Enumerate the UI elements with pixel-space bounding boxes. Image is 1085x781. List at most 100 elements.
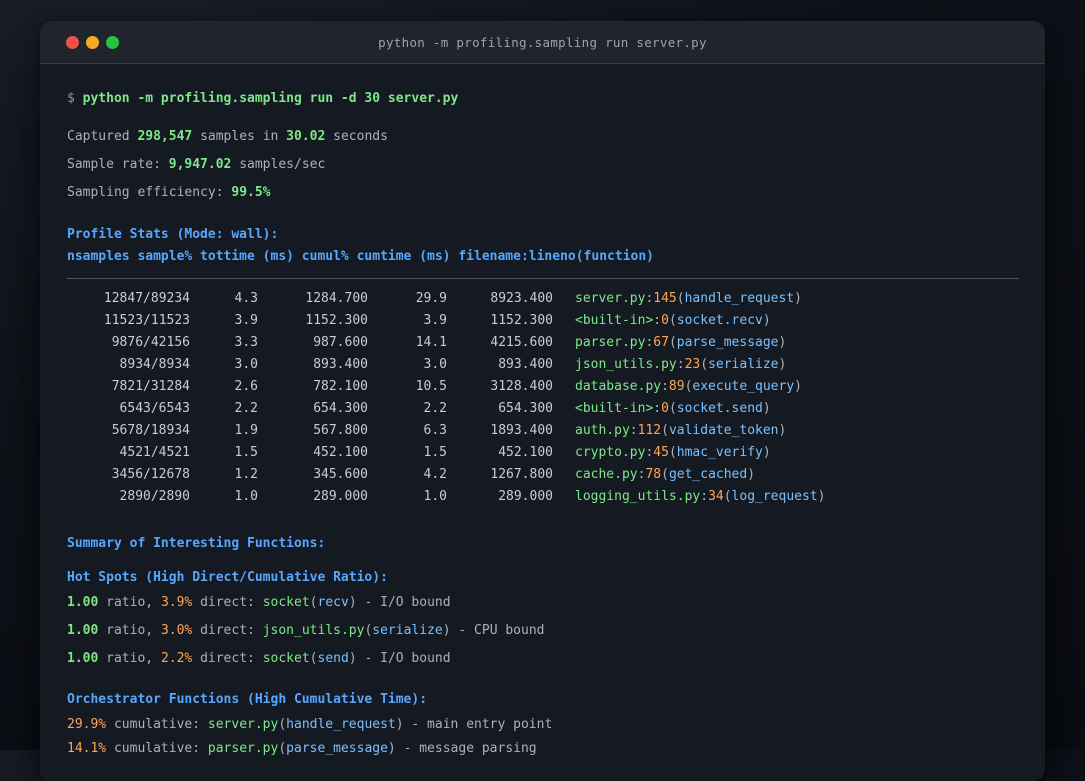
captured-seconds-value: 30.02 [286,129,326,144]
cell-fileref: logging_utils.py:34(log_request) [553,486,1019,508]
role-note: - main entry point [403,717,553,732]
cumulative-pct-value: 29.9% [67,717,107,732]
captured-mid-label: samples in [192,129,287,144]
punctuation: : [653,401,662,416]
function-name: handle_request [286,717,396,732]
punctuation: ) [348,651,357,666]
function-name: hmac_verify [676,445,763,460]
line-number: 45 [653,445,669,460]
line-number: 0 [661,401,669,416]
direct-pct-value: 3.9% [160,595,193,610]
cell-nsamples: 12847/89234 [103,291,190,306]
sample-rate-unit: samples/sec [231,157,326,172]
cell-sample-pct: 1.9 [234,423,258,438]
cell-sample-pct: 3.0 [234,357,258,372]
punctuation: : [676,357,685,372]
cell-nsamples: 6543/6543 [119,401,190,416]
table-row: 7821/31284 2.6 782.100 10.5 3128.400 database… [67,376,1019,398]
cell-nsamples: 2890/2890 [119,489,190,504]
cell-cumul-pct: 6.3 [423,423,447,438]
cell-fileref: crypto.py:45(hmac_verify) [553,442,1019,464]
filename: <built-in> [575,313,654,328]
function-name: recv [317,595,349,610]
punctuation: ( [668,313,677,328]
filename: crypto.py [575,445,646,460]
cell-sample-pct: 1.0 [234,489,258,504]
ratio-label: ratio, [98,595,161,610]
title-bar[interactable]: python -m profiling.sampling run server.… [40,21,1045,64]
target-name: parser.py [207,741,279,756]
punctuation: ) [817,489,826,504]
summary-heading: Summary of Interesting Functions: [67,536,326,551]
cell-nsamples: 3456/12678 [111,467,190,482]
efficiency-line: Sampling efficiency: 99.5% [67,182,1019,204]
cell-sample-pct: 1.2 [234,467,258,482]
cell-cumtime: 8923.400 [490,291,553,306]
punctuation: ) [794,291,802,306]
cell-tottime: 1284.700 [305,291,368,306]
filename: cache.py [575,467,638,482]
direct-pct-value: 3.0% [160,623,193,638]
punctuation: ( [723,489,732,504]
cell-fileref: <built-in>:0(socket.recv) [553,310,1019,332]
cell-fileref: cache.py:78(get_cached) [553,464,1019,486]
direct-label: direct: [192,623,263,638]
cell-nsamples: 4521/4521 [119,445,190,460]
hot-spot-line: 1.00 ratio, 2.2% direct: socket(send) - … [67,648,1019,670]
punctuation: ) [348,595,357,610]
punctuation: ) [794,379,802,394]
cell-cumtime: 654.300 [498,401,553,416]
punctuation: ) [395,717,404,732]
function-name: parse_message [286,741,388,756]
cell-cumtime: 1267.800 [490,467,553,482]
hot-spot-line: 1.00 ratio, 3.9% direct: socket(recv) - … [67,592,1019,614]
ratio-value: 1.00 [67,651,99,666]
function-name: send [317,651,349,666]
cell-cumul-pct: 1.5 [423,445,447,460]
punctuation: ( [676,291,685,306]
punctuation: ) [387,741,396,756]
bound-note: - I/O bound [356,595,451,610]
ratio-label: ratio, [98,651,161,666]
line-number: 145 [653,291,677,306]
cell-tottime: 782.100 [313,379,368,394]
cell-sample-pct: 4.3 [234,291,258,306]
cell-sample-pct: 2.6 [234,379,258,394]
cell-fileref: auth.py:112(validate_token) [553,420,1019,442]
window-title: python -m profiling.sampling run server.… [378,34,707,50]
table-row: 4521/4521 1.5 452.100 1.5 452.100 crypto.py:4… [67,442,1019,464]
cell-tottime: 1152.300 [305,313,368,328]
cell-sample-pct: 2.2 [234,401,258,416]
filename: logging_utils.py [575,489,701,504]
table-row: 3456/12678 1.2 345.600 4.2 1267.800 cache.py:… [67,464,1019,486]
sample-rate-label: Sample rate: [67,157,169,172]
bound-note: - CPU bound [450,623,545,638]
cell-nsamples: 11523/11523 [103,313,190,328]
terminal-window: python -m profiling.sampling run server.… [40,21,1045,781]
cell-cumtime: 4215.600 [490,335,553,350]
cumulative-pct-value: 14.1% [67,741,107,756]
cell-cumul-pct: 14.1 [415,335,447,350]
filename: server.py [575,291,646,306]
cell-nsamples: 5678/18934 [111,423,190,438]
cell-cumtime: 452.100 [498,445,553,460]
punctuation: ( [700,357,709,372]
punctuation: ( [661,423,669,438]
captured-samples-value: 298,547 [137,129,193,144]
orchestrator-heading: Orchestrator Functions (High Cumulative … [67,692,428,707]
target-name: socket [262,595,310,610]
function-name: log_request [731,489,818,504]
function-name: socket.recv [676,313,763,328]
table-row: 8934/8934 3.0 893.400 3.0 893.400 json_utils.… [67,354,1019,376]
cell-cumtime: 3128.400 [490,379,553,394]
cell-cumul-pct: 10.5 [415,379,447,394]
function-name: validate_token [668,423,779,438]
line-number: 23 [684,357,701,372]
function-name: get_cached [668,467,748,482]
punctuation: ( [668,401,677,416]
table-row: 2890/2890 1.0 289.000 1.0 289.000 logging_uti… [67,486,1019,508]
cell-cumtime: 289.000 [498,489,553,504]
punctuation: ) [762,445,771,460]
cell-nsamples: 7821/31284 [111,379,190,394]
ratio-label: ratio, [98,623,161,638]
